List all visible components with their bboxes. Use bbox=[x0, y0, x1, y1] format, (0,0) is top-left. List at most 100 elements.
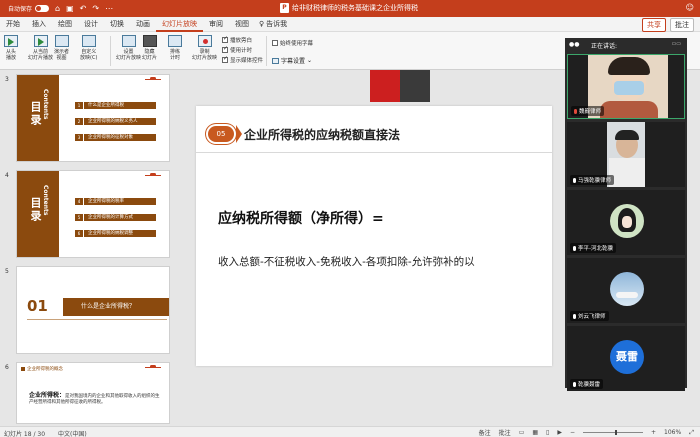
tab-animations[interactable]: 动画 bbox=[130, 17, 156, 32]
thumb-number: 6 bbox=[5, 364, 9, 371]
participant-name: 李平-河北乾骥 bbox=[570, 243, 616, 253]
window-dots-icon[interactable]: ●● bbox=[569, 41, 579, 48]
notes-button[interactable]: 备注 bbox=[479, 428, 491, 437]
presenter-view-button[interactable]: 演示者 视图 bbox=[54, 35, 69, 61]
speaking-label: 正在讲话: bbox=[591, 43, 618, 50]
custom-show-button[interactable]: 自定义 放映(C) bbox=[80, 35, 97, 61]
undo-icon[interactable]: ↶ bbox=[80, 4, 87, 13]
participant-name: 刘云飞律师 bbox=[570, 311, 609, 321]
formula-body[interactable]: 收入总额-不征税收入-免税收入-各项扣除-允许弥补的以 bbox=[218, 254, 475, 269]
tab-draw[interactable]: 绘图 bbox=[52, 17, 78, 32]
slide-thumbnails-panel[interactable]: 3 目录 Contents 1 什么是企业所得税 2 企业所得税的纳税义务人 3 企业… bbox=[0, 70, 180, 426]
subtitle-settings-button[interactable]: 字幕设置 ⌄ bbox=[272, 56, 312, 65]
toc-subtitle: Contents bbox=[42, 89, 49, 120]
status-comments-button[interactable]: 批注 bbox=[499, 428, 511, 437]
slide-thumbnail-3[interactable]: 目录 Contents 1 什么是企业所得税 2 企业所得税的纳税义务人 3 企业所得… bbox=[16, 74, 170, 162]
save-icon[interactable]: ▣ bbox=[66, 4, 74, 13]
section-badge: 05 bbox=[208, 126, 234, 142]
record-icon bbox=[197, 35, 212, 47]
slide-title[interactable]: 企业所得税的应纳税额直接法 bbox=[244, 126, 400, 143]
fit-slide-icon[interactable]: ⤢ bbox=[689, 429, 694, 437]
redo-icon[interactable]: ↷ bbox=[92, 4, 99, 13]
participant-tile[interactable]: 聂雷 乾骥聂雷 bbox=[567, 326, 685, 391]
meeting-participants-panel: ●● 正在讲话: ▭▭ 魏巍律师 马强乾骥律师 李平-河北乾骥 刘云飞律师 聂雷… bbox=[565, 38, 687, 391]
share-button[interactable]: 共享 bbox=[642, 18, 666, 32]
tab-review[interactable]: 审阅 bbox=[203, 17, 229, 32]
zoom-slider[interactable] bbox=[583, 430, 643, 435]
play-icon bbox=[4, 35, 18, 47]
tab-insert[interactable]: 插入 bbox=[26, 17, 52, 32]
ribbon-tabs: 开始 插入 绘图 设计 切换 动画 幻灯片放映 审阅 视图 ♀ 告诉我 共享 批… bbox=[0, 17, 700, 32]
zoom-level[interactable]: 106% bbox=[664, 429, 681, 436]
participant-tile[interactable]: 魏巍律师 bbox=[567, 54, 685, 119]
from-current-button[interactable]: 从当前 幻灯片播放 bbox=[28, 35, 53, 61]
language-indicator[interactable]: 中文(中国) bbox=[58, 429, 87, 437]
toc-item: 1 什么是企业所得税 bbox=[75, 102, 156, 109]
slide-editor: 05 企业所得税的应纳税额直接法 应纳税所得额（净所得）= 收入总额-不征税收入… bbox=[180, 70, 570, 426]
chevron-down-icon: ⌄ bbox=[307, 57, 313, 64]
more-icon[interactable]: ⋯ bbox=[105, 4, 113, 13]
from-current-label: 从当前 幻灯片播放 bbox=[28, 49, 54, 61]
timer-icon bbox=[168, 35, 182, 47]
autosave-label: 自动保存 bbox=[8, 6, 33, 13]
participant-name: 马强乾骥律师 bbox=[570, 175, 615, 185]
comments-button[interactable]: 批注 bbox=[670, 18, 694, 32]
slide-thumbnail-6[interactable]: 企业所得税的概念 企业所得税：是对我国境内的企业和其他取得收入的组织的生产经营所… bbox=[16, 362, 170, 424]
setup-show-button[interactable]: 设置 幻灯片放映 bbox=[116, 35, 141, 61]
tell-me-label: 告诉我 bbox=[266, 20, 288, 28]
hide-slide-label: 隐藏 幻灯片 bbox=[142, 49, 158, 61]
participant-tile[interactable]: 李平-河北乾骥 bbox=[567, 190, 685, 255]
tab-home[interactable]: 开始 bbox=[0, 17, 26, 32]
section-title: 什么是企业所得税？ bbox=[63, 298, 169, 316]
window-controls[interactable]: ☺ bbox=[686, 3, 694, 12]
toc-title: 目录 bbox=[29, 197, 42, 223]
toc-item: 3 企业所得税的征税对象 bbox=[75, 134, 156, 141]
toggle-switch[interactable] bbox=[35, 5, 50, 12]
check-icon bbox=[222, 45, 228, 53]
document-name: 给非财税律师的税务基础课之企业所得税 bbox=[292, 4, 418, 12]
checkbox-icon bbox=[272, 40, 278, 46]
formula-heading[interactable]: 应纳税所得额（净所得）= bbox=[218, 208, 384, 228]
tell-me-search[interactable]: ♀ 告诉我 bbox=[255, 19, 291, 29]
hide-slide-button[interactable]: 隐藏 幻灯片 bbox=[142, 35, 157, 61]
subtitles-checkbox[interactable]: 始终使用字幕 bbox=[272, 39, 313, 47]
narrations-checkbox[interactable]: 播放旁白 bbox=[222, 35, 253, 44]
zoom-out-icon[interactable]: − bbox=[570, 429, 575, 436]
sorter-view-icon[interactable]: ▦ bbox=[532, 429, 538, 436]
play-current-icon bbox=[33, 35, 48, 47]
overlay-red-block bbox=[370, 70, 400, 102]
zoom-in-icon[interactable]: + bbox=[651, 429, 656, 436]
rehearse-button[interactable]: 排练 计时 bbox=[168, 35, 182, 61]
lightbulb-icon: ♀ bbox=[259, 20, 265, 28]
participant-tile[interactable]: 马强乾骥律师 bbox=[567, 122, 685, 187]
layout-icon[interactable]: ▭▭ bbox=[672, 41, 681, 47]
check-icon bbox=[222, 35, 228, 43]
slide-thumbnail-5[interactable]: 01 什么是企业所得税？ bbox=[16, 266, 170, 354]
toc-item: 6 企业所得税的纳税调整 bbox=[75, 230, 156, 237]
slideshow-view-icon[interactable]: ▶ bbox=[557, 429, 562, 436]
logo-icon bbox=[145, 365, 161, 371]
logo-icon bbox=[145, 77, 161, 83]
narrations-label: 播放旁白 bbox=[230, 38, 253, 44]
tab-view[interactable]: 视图 bbox=[229, 17, 255, 32]
toc-title: 目录 bbox=[29, 101, 42, 127]
title-bar: 自动保存 ⌂ ▣ ↶ ↷ ⋯ P 给非财税律师的税务基础课之企业所得税 ☺ bbox=[0, 0, 700, 17]
participant-name: 乾骥聂雷 bbox=[570, 379, 604, 389]
current-slide[interactable]: 05 企业所得税的应纳税额直接法 应纳税所得额（净所得）= 收入总额-不征税收入… bbox=[196, 106, 552, 366]
slide-thumbnail-4[interactable]: 目录 Contents 4 企业所得税的税率 5 企业所得税的计算方式 6 企业所得税… bbox=[16, 170, 170, 258]
home-icon[interactable]: ⌂ bbox=[55, 4, 60, 13]
participant-tile[interactable]: 刘云飞律师 bbox=[567, 258, 685, 323]
from-start-button[interactable]: 从头 播放 bbox=[4, 35, 18, 61]
record-button[interactable]: 录制 幻灯片放映 bbox=[192, 35, 217, 61]
logo-icon bbox=[145, 173, 161, 179]
tab-transitions[interactable]: 切换 bbox=[104, 17, 130, 32]
autosave-toggle[interactable]: 自动保存 bbox=[8, 4, 50, 13]
media-controls-checkbox[interactable]: 显示媒体控件 bbox=[222, 55, 263, 64]
tab-design[interactable]: 设计 bbox=[78, 17, 104, 32]
reading-view-icon[interactable]: ▯ bbox=[546, 429, 549, 436]
timings-checkbox[interactable]: 使用计时 bbox=[222, 45, 252, 54]
tab-slideshow[interactable]: 幻灯片放映 bbox=[156, 17, 203, 32]
from-start-label: 从头 播放 bbox=[5, 49, 16, 61]
normal-view-icon[interactable]: ▭ bbox=[519, 429, 525, 436]
subtitles-label: 始终使用字幕 bbox=[280, 41, 314, 47]
